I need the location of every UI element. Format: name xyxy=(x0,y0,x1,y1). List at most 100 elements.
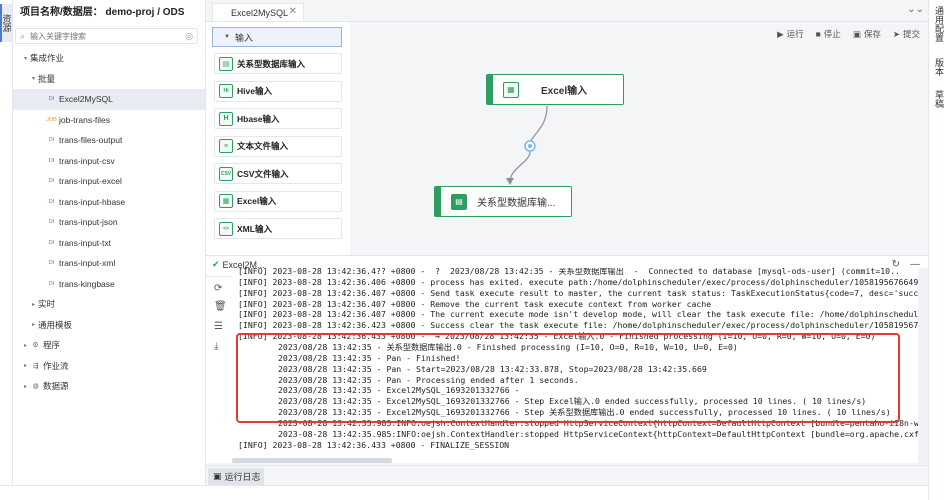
transform-icon: DI xyxy=(48,157,55,164)
palette-item[interactable]: H Hbase输入 xyxy=(214,108,342,129)
tree-item[interactable]: DI trans-input-excel xyxy=(13,171,205,192)
table-icon: ▦ xyxy=(503,81,519,98)
tree-item[interactable]: DI trans-input-xml xyxy=(13,253,205,274)
folder-type-icon: ⚙ xyxy=(32,342,39,350)
log-line: [INFO] 2023-08-28 13:42:36.423 +0800 - S… xyxy=(238,320,928,331)
tree-item[interactable]: DI trans-kingbase xyxy=(13,274,205,295)
right-tab-draft[interactable]: 草稿 xyxy=(932,90,946,108)
tree-item[interactable]: JOB job-trans-files xyxy=(13,110,205,131)
right-tab-general-config[interactable]: 通用配置 xyxy=(932,6,946,42)
log-line: [INFO] 2023-08-28 13:42:36.407 +0800 - T… xyxy=(238,309,928,320)
palette-item-label: 文本文件输入 xyxy=(237,141,289,151)
component-icon: CSV xyxy=(219,166,233,181)
tree-item[interactable]: ▾ 批量 xyxy=(13,69,205,90)
transform-icon: DI xyxy=(48,260,55,267)
palette-item[interactable]: Hi Hive输入 xyxy=(214,80,342,102)
transform-icon: DI xyxy=(48,198,55,205)
folder-type-icon: ◍ xyxy=(32,383,39,391)
tree-item[interactable]: ▸ ◍ 数据源 xyxy=(13,376,205,397)
chevron-right-icon[interactable]: ▸ xyxy=(21,383,30,390)
node-relational-db-output[interactable]: ▤ 关系型数据库输... xyxy=(434,186,572,217)
component-icon: Hi xyxy=(219,84,233,98)
chevron-right-icon[interactable]: ▸ xyxy=(21,362,30,369)
tab-excel2mysql[interactable]: Excel2MySQL ✕ xyxy=(212,3,304,21)
tree-item-label: trans-files-output xyxy=(59,135,123,146)
tree-item-label: 作业流 xyxy=(43,360,69,371)
log-footer: ▣ 运行日志 xyxy=(206,465,928,485)
tree-item[interactable]: ▾ 集成作业 xyxy=(13,48,205,69)
log-line: [INFO] 2023-08-28 13:42:36.433 +0800 - F… xyxy=(238,439,510,450)
component-icon: <> xyxy=(219,221,233,236)
log-line: [INFO] 2023-08-28 13:42:36.406 +0800 - p… xyxy=(238,276,928,287)
tree-item[interactable]: ▸ 通用模板 xyxy=(13,315,205,336)
search-icon: ⌕ xyxy=(20,30,26,41)
run-log-tab[interactable]: ▣ 运行日志 xyxy=(208,468,264,485)
tree-item[interactable]: DI trans-files-output xyxy=(13,130,205,151)
palette-item[interactable]: CSV CSV文件输入 xyxy=(214,163,342,184)
terminal-icon: ▣ xyxy=(213,471,222,481)
tree-item[interactable]: ▸ ⚙ 程序 xyxy=(13,335,205,356)
tree-item-label: trans-input-excel xyxy=(59,176,122,187)
tree-item-label: trans-kingbase xyxy=(59,278,115,289)
tab-label: Excel2MySQL xyxy=(231,7,289,18)
tree-item-label: 程序 xyxy=(43,340,61,351)
tree-item-label: 通用模板 xyxy=(38,319,73,330)
chevron-down-icon[interactable]: ▾ xyxy=(29,75,38,82)
reload-icon[interactable]: ⟳ xyxy=(214,283,222,294)
palette-item[interactable]: <> XML输入 xyxy=(214,218,342,239)
node-label: Excel输入 xyxy=(541,86,588,97)
chevron-down-icon[interactable]: ▾ xyxy=(21,55,30,62)
project-title: 项目名称/数据层： demo-proj / ODS xyxy=(20,7,185,18)
tree-search[interactable]: ⌕ ◎ xyxy=(15,28,198,44)
app-root: 资源 项目名称/数据层： demo-proj / ODS ⌕ ◎ ▾集成作业▾批… xyxy=(0,0,948,500)
node-excel-input[interactable]: ▦ Excel输入 xyxy=(486,74,624,105)
transform-icon: DI xyxy=(48,178,55,185)
palette-item[interactable]: ▦ Excel输入 xyxy=(214,190,342,212)
palette-item-label: Excel输入 xyxy=(237,196,277,206)
palette-item[interactable]: ▤ 关系型数据库输入 xyxy=(214,53,342,74)
transform-icon: DI xyxy=(48,96,55,103)
tree-list: ▾ 集成作业 ▾ 批量 DI Excel2MySQL JOB job-trans-files D… xyxy=(13,48,205,397)
transform-icon: DI xyxy=(48,239,55,246)
node-accent-bar xyxy=(435,187,441,216)
chevron-right-icon[interactable]: ▸ xyxy=(29,321,38,328)
tree-item[interactable]: DI trans-input-hbase xyxy=(13,192,205,213)
right-tab-version[interactable]: 版本 xyxy=(932,58,946,76)
tree-item-label: Excel2MySQL xyxy=(59,94,113,105)
component-icon: H xyxy=(219,111,233,126)
chevron-right-icon[interactable]: ▸ xyxy=(29,301,38,308)
palette-item[interactable]: ≡ 文本文件输入 xyxy=(214,135,342,157)
chevron-right-icon[interactable]: ▸ xyxy=(21,342,30,349)
palette-group-label: 输入 xyxy=(235,32,254,43)
delete-icon[interactable]: 🗑 xyxy=(214,301,227,312)
tree-item-label: trans-input-hbase xyxy=(59,196,126,207)
palette-item-label: 关系型数据库输入 xyxy=(237,58,306,69)
log-line: [INFO] 2023-08-28 13:42:36.407 +0800 - R… xyxy=(238,298,712,309)
close-icon[interactable]: ✕ xyxy=(289,6,297,17)
tree-item[interactable]: DI trans-input-csv xyxy=(13,151,205,172)
tree-item[interactable]: DI trans-input-json xyxy=(13,212,205,233)
component-icon: ▤ xyxy=(219,56,233,71)
success-icon: ✔ xyxy=(212,259,220,269)
database-icon: ▤ xyxy=(451,193,467,210)
tree-item[interactable]: ▸ ⇶ 作业流 xyxy=(13,356,205,377)
log-line: [INFO] 2023-08-28 13:42:36.407 +0800 - S… xyxy=(238,287,928,298)
log-scrollbar[interactable] xyxy=(918,268,928,463)
editor-tabbar: Excel2MySQL ✕ ⌄⌄ xyxy=(206,0,928,22)
tree-item[interactable]: DI Excel2MySQL xyxy=(13,89,205,110)
collapse-icon[interactable]: ⌄⌄ xyxy=(907,4,924,15)
component-icon: ▦ xyxy=(219,194,233,208)
download-icon[interactable]: ⤓ xyxy=(214,341,218,352)
flow-canvas[interactable]: ▶ 运行 ■ 停止 ▣ 保存 ➤ 提交 ▦ Excel输入 ▤ 关系型数据库输... xyxy=(350,22,928,255)
log-line: [INFO] 2023-08-28 13:42:36.4?? +0800 - ?… xyxy=(238,268,900,276)
resources-tab[interactable]: 资源 xyxy=(0,4,12,42)
tree-item[interactable]: DI trans-input-txt xyxy=(13,233,205,254)
search-input[interactable] xyxy=(30,31,186,41)
wrap-icon[interactable]: ☰ xyxy=(214,321,223,332)
palette-group-input[interactable]: ▼ 输入 xyxy=(212,27,342,47)
chevron-down-icon: ▼ xyxy=(224,34,230,40)
log-horizontal-scrollbar[interactable] xyxy=(232,458,392,463)
tree-item[interactable]: ▸ 实时 xyxy=(13,294,205,315)
component-icon: ≡ xyxy=(219,139,233,153)
locate-icon[interactable]: ◎ xyxy=(185,31,193,42)
